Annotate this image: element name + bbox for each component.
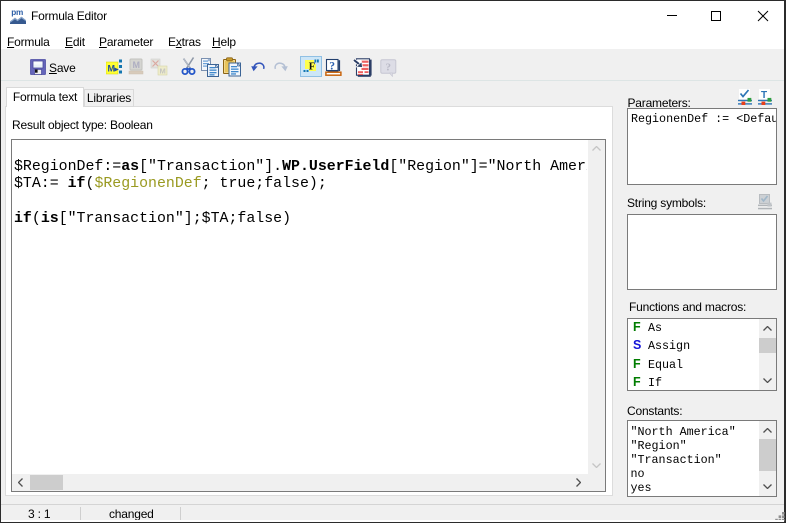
svg-text:F: F (309, 62, 315, 73)
svg-text:M: M (160, 67, 166, 76)
svg-text:M: M (133, 60, 140, 70)
svg-text:T: T (761, 90, 767, 101)
svg-text:M: M (108, 64, 115, 74)
svg-text:pm: pm (11, 8, 23, 17)
svg-text:?: ? (386, 62, 391, 74)
svg-text:?: ? (329, 61, 335, 73)
